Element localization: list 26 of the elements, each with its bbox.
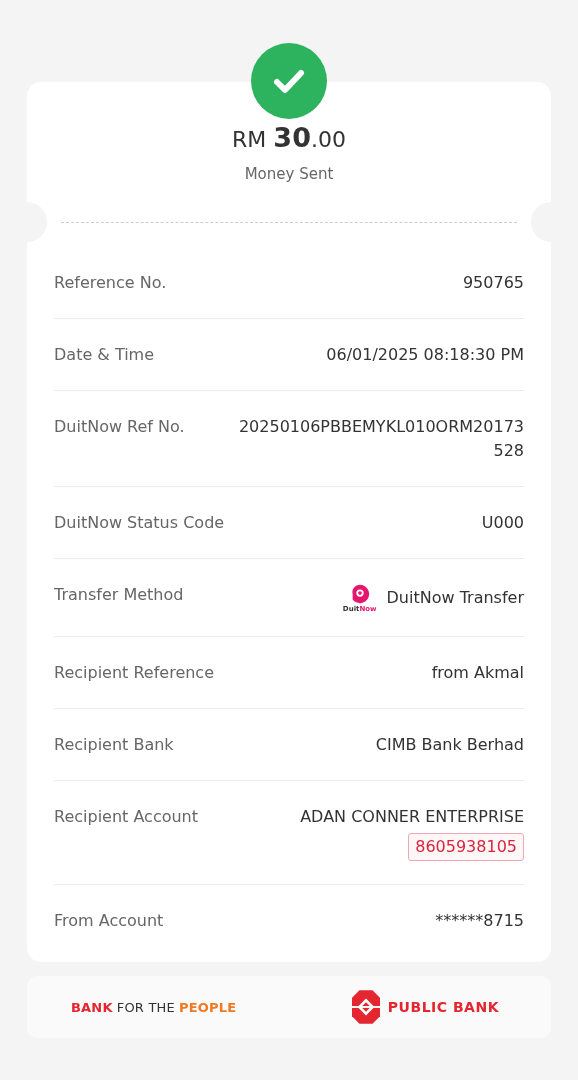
slogan-word: FOR THE bbox=[116, 999, 175, 1015]
detail-value: CIMB Bank Berhad bbox=[375, 734, 524, 756]
detail-value: ******8715 bbox=[435, 910, 524, 932]
account-number: 8605938105 bbox=[408, 833, 524, 861]
detail-value: 06/01/2025 08:18:30 PM bbox=[326, 344, 524, 366]
detail-value: U000 bbox=[481, 512, 524, 534]
detail-value: from Akmal bbox=[431, 662, 524, 684]
detail-label: Reference No. bbox=[54, 272, 167, 294]
slogan-word: BANK bbox=[71, 999, 113, 1015]
detail-value: 950765 bbox=[462, 272, 524, 294]
detail-label: Recipient Reference bbox=[54, 662, 214, 684]
detail-label: Date & Time bbox=[54, 344, 155, 366]
bank-name: PUBLIC BANK bbox=[387, 999, 499, 1015]
amount: RM 30.00 bbox=[232, 122, 346, 153]
detail-label: From Account bbox=[54, 910, 164, 932]
detail-label: DuitNow Status Code bbox=[54, 512, 225, 534]
detail-label: Transfer Method bbox=[54, 584, 184, 606]
slogan-word: PEOPLE bbox=[178, 999, 237, 1015]
detail-label: DuitNow Ref No. bbox=[54, 416, 185, 438]
status-label: Money Sent bbox=[244, 165, 334, 183]
detail-value: ADAN CONNER ENTERPRISE bbox=[300, 806, 524, 828]
detail-value: 20250106PBBEMYKL010ORM20173528 bbox=[237, 416, 524, 462]
detail-label: Recipient Account bbox=[54, 806, 199, 828]
detail-value: DuitNow Transfer bbox=[386, 587, 524, 609]
detail-label: Recipient Bank bbox=[54, 734, 174, 756]
bank-logo-icon bbox=[351, 990, 380, 1024]
